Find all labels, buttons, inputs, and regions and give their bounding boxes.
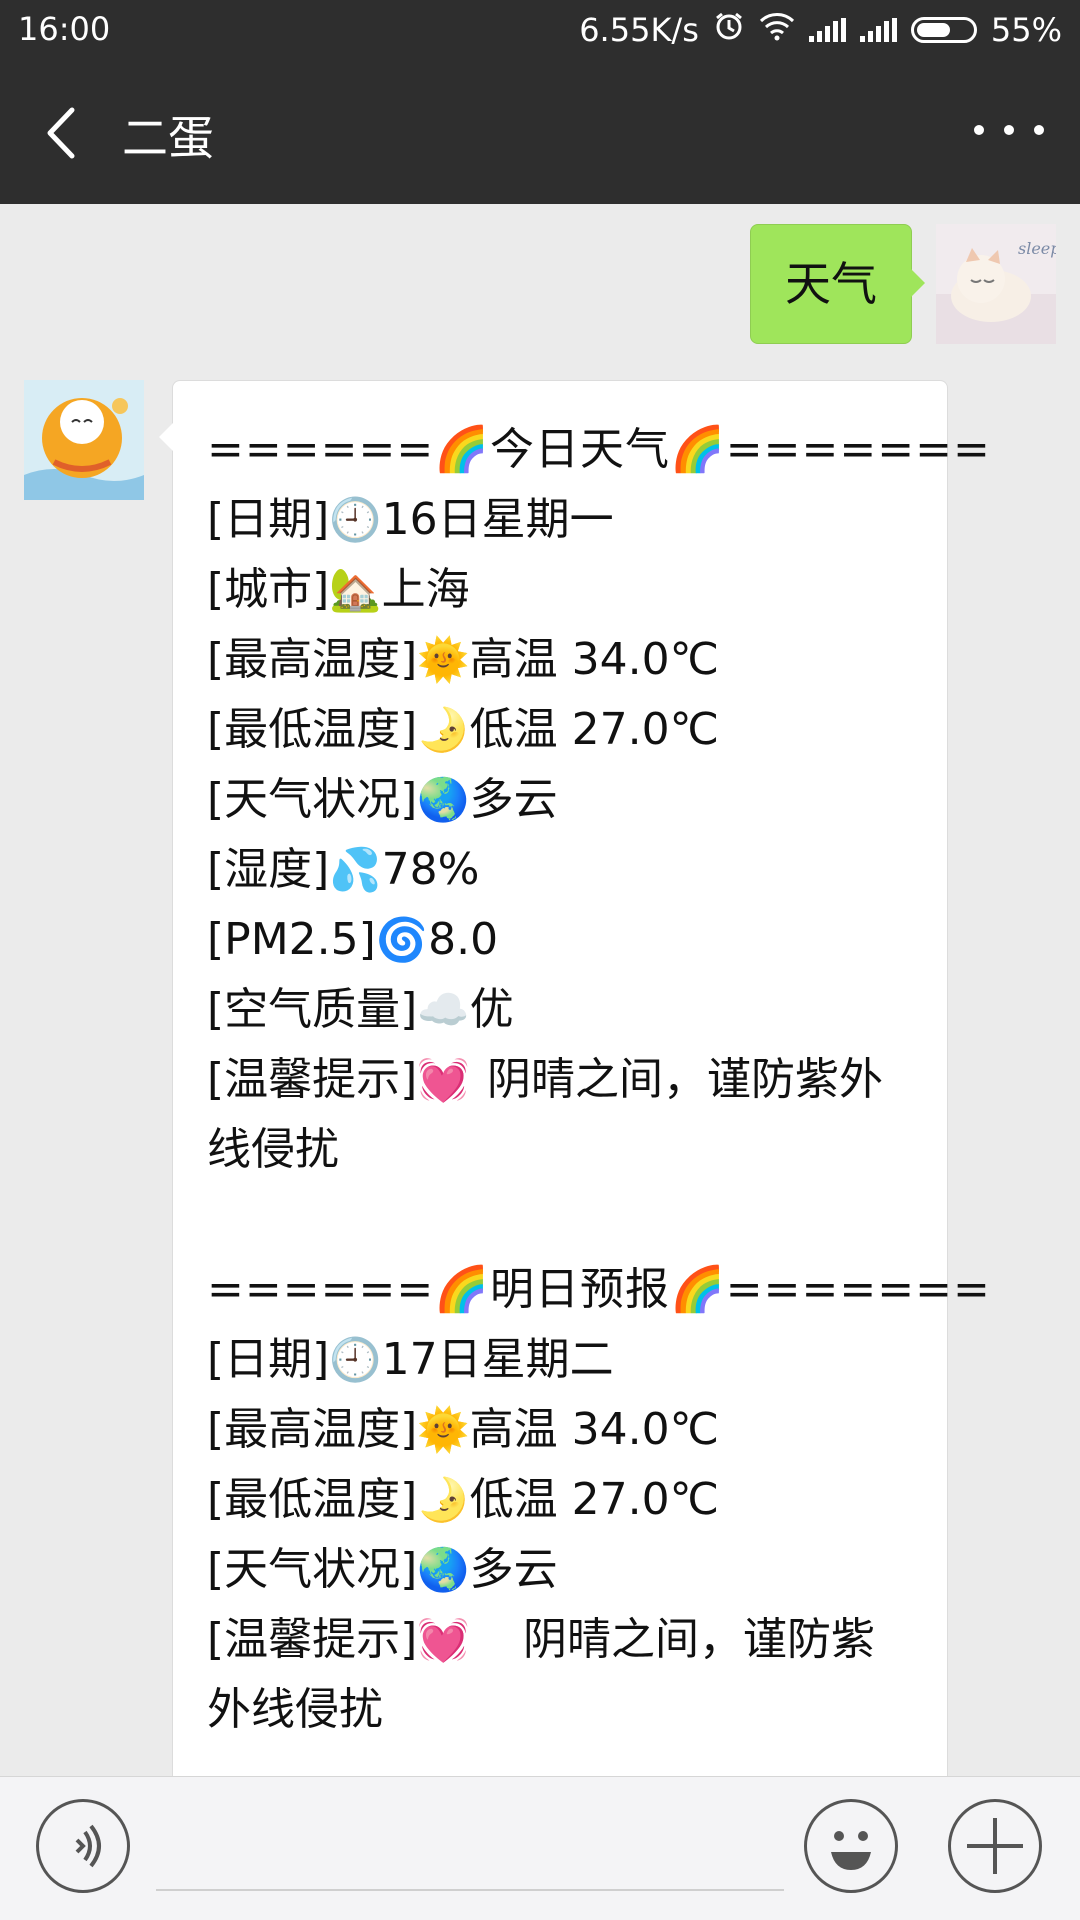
status-time: 16:00: [18, 10, 111, 48]
row-key: [温馨提示]: [207, 1614, 418, 1665]
forecast-row: [天气状况]🌏多云: [207, 1535, 917, 1605]
forecast-row: [日期]🕘17日星期二: [207, 1325, 917, 1395]
house-icon: 🏡: [329, 565, 382, 614]
row-value: 16日星期一: [381, 494, 614, 545]
sun-icon: 🌞: [417, 1405, 470, 1454]
alarm-icon: [713, 10, 745, 50]
weather-tip-row: [温馨提示]💓: [207, 1045, 917, 1115]
row-value: 78%: [381, 844, 480, 895]
row-value: 17日星期二: [381, 1334, 614, 1385]
row-key: [空气质量]: [207, 984, 418, 1035]
weather-row: [城市]🏡上海: [207, 555, 917, 625]
signal-icon: [859, 18, 897, 42]
chat-header: 二蛋: [0, 60, 1080, 204]
message-input[interactable]: [156, 1807, 784, 1891]
row-value: 8.0: [428, 914, 499, 965]
row-key: [温馨提示]: [207, 1054, 418, 1105]
row-value: 多云: [469, 1544, 558, 1595]
row-key: [最低温度]: [207, 704, 418, 755]
row-key: [最低温度]: [207, 1474, 418, 1525]
signal-icon: [808, 18, 846, 42]
row-value: 低温 27.0℃: [469, 704, 720, 755]
row-value: 低温 27.0℃: [469, 1474, 720, 1525]
contact-avatar[interactable]: [24, 380, 144, 500]
forecast-row: [最低温度]🌛低温 27.0℃: [207, 1465, 917, 1535]
cloud-icon: ☁️: [417, 985, 470, 1034]
svg-text:sleep: sleep: [1018, 239, 1056, 258]
weather-row: [日期]🕘16日星期一: [207, 485, 917, 555]
outgoing-message-bubble[interactable]: 天气: [750, 224, 925, 344]
clock-icon: 🕘: [329, 495, 382, 544]
row-key: [PM2.5]: [207, 914, 376, 965]
incoming-message-bubble[interactable]: ======🌈今日天气🌈======= [日期]🕘16日星期一 [城市]🏡上海 …: [159, 380, 991, 1776]
row-value: 多云: [469, 774, 558, 825]
heart-icon: 💓: [417, 1615, 470, 1664]
forecast-row: [最高温度]🌞高温 34.0℃: [207, 1395, 917, 1465]
back-arrow-icon[interactable]: [36, 98, 96, 168]
message-list[interactable]: 天气 sleep ======🌈今日天气🌈======= [日期]🕘16日星期一: [0, 204, 1080, 1776]
today-weather-header: ======🌈今日天气🌈=======: [207, 424, 991, 475]
moon-icon: 🌛: [417, 705, 470, 754]
battery-icon: [910, 17, 977, 43]
voice-icon[interactable]: [36, 1799, 130, 1893]
row-key: [天气状况]: [207, 774, 418, 825]
row-key: [最高温度]: [207, 1404, 418, 1455]
more-options-icon[interactable]: [974, 110, 1044, 150]
forecast-tip-row: [温馨提示]💓: [207, 1605, 917, 1675]
droplets-icon: 💦: [329, 845, 382, 894]
chat-input-bar: [0, 1776, 1080, 1920]
weather-row: [湿度]💦78%: [207, 835, 917, 905]
network-speed: 6.55K/s: [579, 11, 699, 49]
row-value: 高温 34.0℃: [469, 634, 720, 685]
heart-icon: 💓: [417, 1055, 470, 1104]
status-bar: 16:00 6.55K/s 55%: [0, 0, 1080, 60]
battery-percent: 55%: [990, 11, 1062, 49]
plus-icon[interactable]: [948, 1799, 1042, 1893]
globe-icon: 🌏: [417, 775, 470, 824]
chat-title: 二蛋: [122, 111, 214, 165]
clock-icon: 🕘: [329, 1335, 382, 1384]
row-value: 优: [469, 984, 514, 1035]
weather-row: [最低温度]🌛低温 27.0℃: [207, 695, 917, 765]
row-key: [城市]: [207, 564, 330, 615]
row-key: [日期]: [207, 494, 330, 545]
my-avatar[interactable]: sleep: [936, 224, 1056, 344]
weather-row: [空气质量]☁️优: [207, 975, 917, 1045]
wifi-icon: [759, 11, 795, 49]
outgoing-message-text: 天气: [785, 257, 877, 311]
weather-row: [PM2.5]🌀8.0: [207, 905, 917, 975]
weather-row: [天气状况]🌏多云: [207, 765, 917, 835]
weather-row: [最高温度]🌞高温 34.0℃: [207, 625, 917, 695]
sun-icon: 🌞: [417, 635, 470, 684]
row-key: [最高温度]: [207, 634, 418, 685]
moon-icon: 🌛: [417, 1475, 470, 1524]
emoji-icon[interactable]: [804, 1799, 898, 1893]
tomorrow-forecast-header: ======🌈明日预报🌈=======: [207, 1264, 991, 1315]
cyclone-icon: 🌀: [375, 915, 429, 964]
row-key: [天气状况]: [207, 1544, 418, 1595]
status-icons: 6.55K/s 55%: [579, 10, 1062, 50]
row-key: [日期]: [207, 1334, 330, 1385]
globe-icon: 🌏: [417, 1545, 470, 1594]
row-value: 上海: [381, 564, 470, 615]
row-key: [湿度]: [207, 844, 330, 895]
row-value: 高温 34.0℃: [469, 1404, 720, 1455]
